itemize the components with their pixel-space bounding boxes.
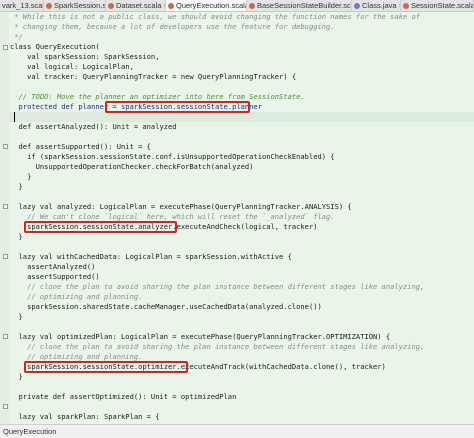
scala-file-icon: [168, 2, 174, 9]
code-line: */: [10, 32, 23, 41]
scala-file-icon: [108, 2, 114, 9]
tab-label: SessionState.scala: [411, 1, 474, 10]
tab-sparksession[interactable]: SparkSession.scala×: [44, 0, 106, 11]
code-line: val tracker: QueryPlanningTracker = new …: [10, 72, 297, 81]
code-line: * While this is not a public class, we s…: [10, 12, 420, 21]
editor-tab-bar: vark_13.scala SparkSession.scala× Datase…: [0, 0, 474, 12]
scala-file-icon: [46, 2, 52, 9]
code-line: assertAnalyzed(): [10, 262, 96, 271]
code-line: // optimizing and planning.: [10, 292, 143, 301]
code-line: def assertAnalyzed(): Unit = analyzed: [10, 122, 177, 131]
tab-class-java[interactable]: Class.java×: [352, 0, 401, 11]
code-line: }: [10, 372, 23, 381]
tab-sessionstate[interactable]: SessionState.scala×: [401, 0, 474, 11]
tab-vark-13[interactable]: vark_13.scala: [0, 0, 44, 11]
tab-dataset[interactable]: Dataset.scala×: [106, 0, 166, 11]
tab-label: QueryExecution.scala: [176, 1, 247, 10]
code-line: private def assertOptimized(): Unit = op…: [10, 392, 237, 401]
current-line-highlight: [9, 112, 474, 122]
code-line: assertSupported(): [10, 272, 100, 281]
code-editor[interactable]: * While this is not a public class, we s…: [0, 12, 474, 424]
code-line: lazy val withCachedData: LogicalPlan = s…: [10, 252, 292, 261]
fold-icon[interactable]: [3, 404, 8, 409]
code-line: val sparkSession: SparkSession,: [10, 52, 160, 61]
tab-label: BaseSessionStateBuilder.scala: [257, 1, 352, 10]
code-line: if (sparkSession.sessionState.conf.isUns…: [10, 152, 335, 161]
code-line: class QueryExecution(: [10, 42, 100, 51]
code-line: def assertSupported(): Unit = {: [10, 142, 151, 151]
tab-label: vark_13.scala: [2, 1, 44, 10]
code-line: * changing them, because a lot of develo…: [10, 22, 335, 31]
tab-basesessionstatebuilder[interactable]: BaseSessionStateBuilder.scala×: [247, 0, 352, 11]
breadcrumb[interactable]: QueryExecution: [0, 424, 474, 437]
scala-file-icon: [249, 2, 255, 9]
highlight-analyzer: [24, 221, 177, 233]
highlight-planner: [105, 101, 250, 113]
code-line: }: [10, 182, 23, 191]
fold-icon[interactable]: [3, 334, 8, 339]
code-line: val logical: LogicalPlan,: [10, 62, 134, 71]
code-line: sparkSession.sharedState.cacheManager.us…: [10, 302, 322, 311]
tab-label: Class.java: [362, 1, 397, 10]
code-line: UnsupportedOperationChecker.checkForBatc…: [10, 162, 254, 171]
scala-file-icon: [403, 2, 409, 9]
fold-icon[interactable]: [3, 254, 8, 259]
breadcrumb-label: QueryExecution: [3, 427, 57, 436]
code-line: }: [10, 312, 23, 321]
fold-icon[interactable]: [3, 144, 8, 149]
code-line: lazy val sparkPlan: SparkPlan = {: [10, 412, 160, 421]
tab-queryexecution[interactable]: QueryExecution.scala×: [166, 0, 247, 11]
fold-icon[interactable]: [3, 204, 8, 209]
tab-label: Dataset.scala: [116, 1, 162, 10]
tab-label: SparkSession.scala: [54, 1, 106, 10]
fold-icon[interactable]: [3, 45, 8, 50]
code-line: lazy val analyzed: LogicalPlan = execute…: [10, 202, 352, 211]
editor-gutter: [0, 12, 9, 424]
java-file-icon: [354, 2, 360, 9]
code-line: // clone the plan to avoid sharing the p…: [10, 342, 425, 351]
code-line: }: [10, 172, 32, 181]
code-line: lazy val optimizedPlan: LogicalPlan = ex…: [10, 332, 391, 341]
code-line: }: [10, 232, 23, 241]
highlight-optimizer: [24, 361, 188, 373]
text-caret: [14, 112, 15, 122]
code-line: // clone the plan to avoid sharing the p…: [10, 282, 425, 291]
